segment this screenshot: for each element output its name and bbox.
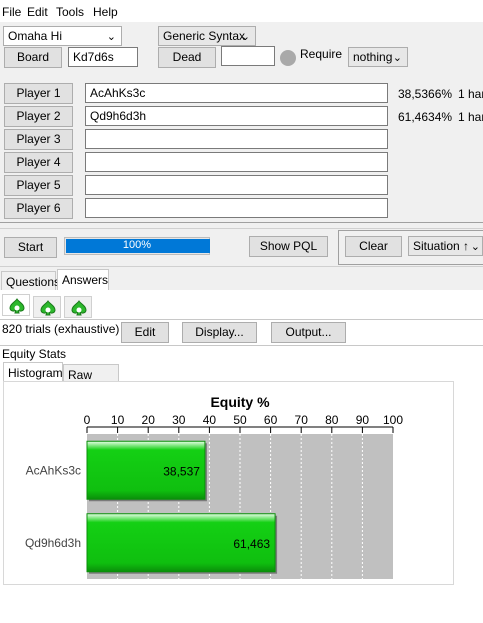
spade-icon[interactable] xyxy=(2,294,30,316)
dead-input[interactable] xyxy=(221,46,275,66)
chevron-down-icon: ⌄ xyxy=(106,31,116,43)
display-button[interactable]: Display... xyxy=(182,322,257,343)
menu-edit[interactable]: Edit xyxy=(27,5,48,19)
show-pql-button[interactable]: Show PQL xyxy=(249,236,328,257)
edit-button[interactable]: Edit xyxy=(121,322,169,343)
x-tick-label: 70 xyxy=(295,413,309,427)
syntax-select[interactable]: Generic Syntax ⌄ xyxy=(158,26,256,46)
tab-questions[interactable]: Questions xyxy=(1,271,60,291)
player-3-hand-input[interactable] xyxy=(85,129,388,149)
menu-help[interactable]: Help xyxy=(93,5,118,19)
player-1-extra: 1 har xyxy=(458,87,483,101)
game-select[interactable]: Omaha Hi ⌄ xyxy=(3,26,122,46)
bar-value-label: 38,537 xyxy=(163,464,200,478)
game-select-value: Omaha Hi xyxy=(8,29,63,43)
player-1-equity: 38,5366% xyxy=(398,87,453,101)
chevron-down-icon: ⌄ xyxy=(470,241,480,253)
category-label: Qd9h6d3h xyxy=(25,536,81,550)
player-1-button[interactable]: Player 1 xyxy=(4,83,73,104)
board-button[interactable]: Board xyxy=(4,47,62,68)
divider xyxy=(0,266,483,267)
require-indicator-icon xyxy=(280,50,296,66)
player-2-equity: 61,4634% xyxy=(398,110,453,124)
x-tick-label: 60 xyxy=(264,413,278,427)
tab-answers[interactable]: Answers xyxy=(57,269,109,291)
progress-bar: 100% xyxy=(64,237,210,255)
require-select-value: nothing xyxy=(353,50,393,64)
divider xyxy=(0,319,483,320)
x-tick-label: 30 xyxy=(172,413,186,427)
spade-icon[interactable] xyxy=(64,296,92,318)
equity-histogram-chart: Equity % 0 10 20 30 40 50 60 70 80 90 100 AcAhKs3c… xyxy=(25,394,403,579)
equity-stats-label: Equity Stats xyxy=(2,347,67,361)
situation-select[interactable]: Situation ↑ ⌄ xyxy=(408,236,483,256)
x-tick-label: 50 xyxy=(233,413,247,427)
menu-bar: File Edit Tools Help xyxy=(0,0,483,22)
menu-file[interactable]: File xyxy=(2,5,21,19)
situation-select-value: Situation ↑ xyxy=(413,239,470,253)
player-3-button[interactable]: Player 3 xyxy=(4,129,73,150)
tab-raw-data[interactable]: Raw Data xyxy=(63,364,119,396)
spade-icon[interactable] xyxy=(33,296,61,318)
equity-chart-panel: Equity % 0 10 20 30 40 50 60 70 80 90 100 AcAhKs3c… xyxy=(3,381,454,585)
syntax-select-value: Generic Syntax xyxy=(163,29,246,43)
x-tick-label: 0 xyxy=(84,413,91,427)
divider xyxy=(0,345,483,346)
divider xyxy=(0,228,483,229)
player-2-hand-input[interactable]: Qd9h6d3h xyxy=(85,106,388,126)
chart-title: Equity % xyxy=(210,394,270,410)
dead-button[interactable]: Dead xyxy=(158,47,216,68)
x-tick-label: 100 xyxy=(383,413,403,427)
player-5-hand-input[interactable] xyxy=(85,175,388,195)
x-tick-label: 40 xyxy=(203,413,217,427)
tab-histogram[interactable]: Histogram xyxy=(3,362,63,382)
player-4-button[interactable]: Player 4 xyxy=(4,152,73,173)
require-select[interactable]: nothing ⌄ xyxy=(348,47,408,67)
start-button[interactable]: Start xyxy=(4,237,57,258)
player-5-button[interactable]: Player 5 xyxy=(4,175,73,196)
category-label: AcAhKs3c xyxy=(26,463,81,477)
board-input[interactable]: Kd7d6s xyxy=(68,47,138,67)
player-2-extra: 1 har xyxy=(458,110,483,124)
trials-text: 820 trials (exhaustive) xyxy=(2,322,120,336)
player-4-hand-input[interactable] xyxy=(85,152,388,172)
player-6-button[interactable]: Player 6 xyxy=(4,198,73,219)
player-6-hand-input[interactable] xyxy=(85,198,388,218)
require-label: Require xyxy=(300,47,343,61)
clear-button[interactable]: Clear xyxy=(345,236,402,257)
progress-label: 100% xyxy=(122,239,152,251)
x-tick-label: 80 xyxy=(325,413,339,427)
divider xyxy=(0,222,483,223)
chevron-down-icon: ⌄ xyxy=(392,52,402,64)
output-button[interactable]: Output... xyxy=(271,322,346,343)
x-tick-label: 90 xyxy=(356,413,370,427)
bar-value-label: 61,463 xyxy=(233,537,270,551)
chevron-down-icon: ⌄ xyxy=(240,31,250,43)
menu-tools[interactable]: Tools xyxy=(56,5,84,19)
player-2-button[interactable]: Player 2 xyxy=(4,106,73,127)
x-tick-label: 20 xyxy=(142,413,156,427)
player-1-hand-input[interactable]: AcAhKs3c xyxy=(85,83,388,103)
x-tick-label: 10 xyxy=(111,413,125,427)
